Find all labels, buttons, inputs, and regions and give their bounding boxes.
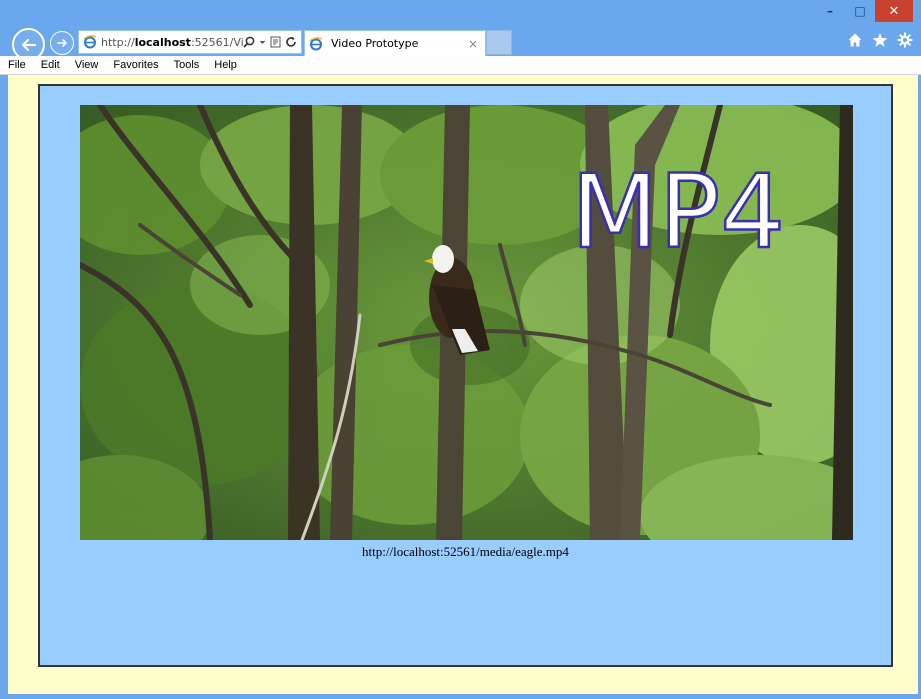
title-bar: – □ ✕ http://localhost:52561/Video [0,0,921,61]
video-frame-eagle: MP4 [80,105,853,540]
forward-icon [57,39,67,47]
address-bar[interactable]: http://localhost:52561/Video [78,30,302,54]
minimize-button[interactable]: – [815,0,845,22]
video-format-overlay: MP4 [571,153,785,272]
menu-file[interactable]: File [0,59,33,71]
ie-tab-icon [309,36,323,50]
settings-gear-icon[interactable] [896,31,913,48]
menu-tools[interactable]: Tools [166,59,207,71]
browser-tools [846,31,913,48]
menu-bar: File Edit View Favorites Tools Help [0,56,921,75]
dropdown-icon[interactable] [259,36,266,48]
browser-window: – □ ✕ http://localhost:52561/Video [0,0,921,699]
window-controls: – □ ✕ [815,0,913,22]
menu-view[interactable]: View [67,59,106,71]
video-player[interactable]: MP4 [80,105,853,540]
home-icon[interactable] [846,31,863,48]
address-url[interactable]: http://localhost:52561/Video [101,36,243,49]
tab-title: Video Prototype [331,37,419,50]
tab-close-icon[interactable]: × [465,37,481,51]
video-panel: MP4 http://localhost:52561/media/eagle.m… [38,84,893,667]
menu-edit[interactable]: Edit [33,59,67,71]
ie-page-icon [83,35,97,49]
forward-button[interactable] [50,31,74,55]
search-icon[interactable] [243,36,255,48]
address-tools [243,36,301,48]
maximize-button[interactable]: □ [845,0,875,22]
menu-help[interactable]: Help [206,59,244,71]
page-content: MP4 http://localhost:52561/media/eagle.m… [8,75,918,694]
back-icon [21,38,36,51]
menu-favorites[interactable]: Favorites [105,59,165,71]
new-tab-button[interactable] [486,30,512,55]
tab-video-prototype[interactable]: Video Prototype × [304,30,486,56]
close-button[interactable]: ✕ [875,0,913,22]
video-source-url: http://localhost:52561/media/eagle.mp4 [362,544,569,559]
compat-icon[interactable] [270,36,281,48]
favorites-star-icon[interactable] [871,31,888,48]
refresh-icon[interactable] [285,36,297,48]
